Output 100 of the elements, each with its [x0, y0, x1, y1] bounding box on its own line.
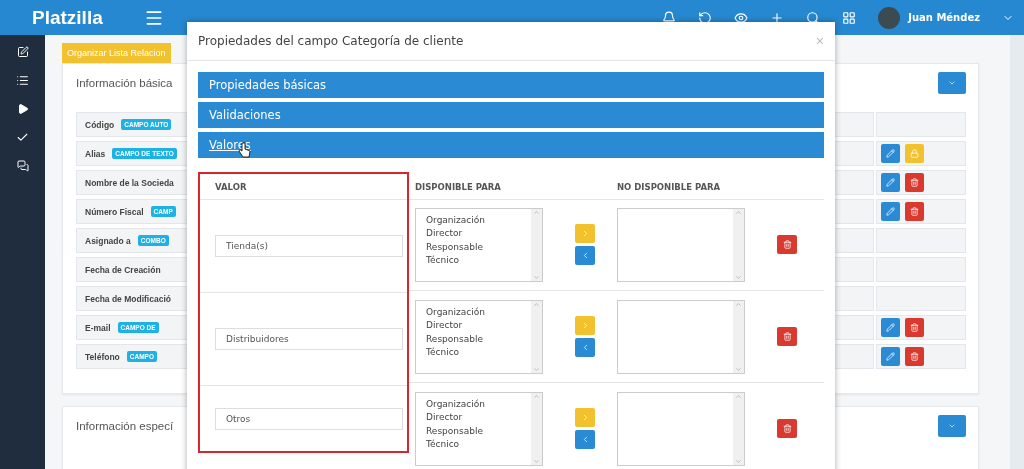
undo-icon[interactable] — [698, 10, 713, 25]
list-option[interactable]: Técnico — [426, 346, 531, 360]
check-icon[interactable] — [16, 131, 29, 144]
trash-icon — [782, 332, 792, 341]
list-option[interactable]: Técnico — [426, 254, 531, 268]
lock-button[interactable] — [905, 144, 924, 163]
caret-icon — [948, 422, 956, 430]
delete-button[interactable] — [777, 235, 797, 254]
edit-button[interactable] — [881, 202, 900, 221]
edit-icon[interactable] — [16, 46, 29, 58]
eye-icon[interactable] — [734, 10, 749, 25]
value-field[interactable]: Otros — [215, 407, 403, 430]
field-label: Asignado a — [85, 235, 131, 246]
scroll-down-icon[interactable] — [735, 457, 742, 465]
delete-button[interactable] — [905, 318, 924, 337]
trash-icon — [910, 323, 919, 332]
pencil-icon — [886, 323, 895, 332]
scroll-down-icon[interactable] — [735, 273, 742, 281]
value-field[interactable]: Distribuidores — [215, 328, 403, 350]
value-field[interactable]: Tienda(s) — [215, 235, 403, 257]
play-icon[interactable] — [16, 103, 29, 115]
delete-button[interactable] — [777, 419, 797, 438]
field-label: Número Fiscal — [85, 206, 144, 217]
scroll-down-icon[interactable] — [533, 365, 540, 373]
scroll-down-icon[interactable] — [533, 273, 540, 281]
dropdown-button[interactable] — [938, 72, 966, 94]
scroll-down-icon[interactable] — [533, 457, 540, 465]
unavailable-listbox[interactable] — [617, 299, 745, 374]
scroll-down-icon[interactable] — [735, 365, 742, 373]
list-option[interactable]: Responsable — [426, 332, 531, 346]
accordion-header[interactable]: Validaciones — [198, 102, 824, 128]
list-option[interactable]: Director — [426, 319, 531, 333]
available-listbox[interactable]: Organización Director Responsable Técnico — [415, 299, 543, 374]
unavailable-listbox[interactable] — [617, 391, 745, 466]
delete-button[interactable] — [905, 173, 924, 192]
pencil-icon — [886, 149, 895, 158]
trash-icon — [782, 240, 792, 249]
grid-icon[interactable] — [842, 10, 857, 25]
move-left-button[interactable] — [575, 430, 595, 449]
accordion-header[interactable]: Propiedades básicas — [198, 72, 824, 98]
move-right-button[interactable] — [575, 408, 595, 427]
scroll-up-icon[interactable] — [533, 392, 540, 400]
scrollbar[interactable] — [531, 208, 542, 281]
field-label: Teléfono — [85, 351, 120, 362]
move-left-button[interactable] — [575, 246, 595, 265]
logo: Platzilla — [31, 6, 104, 29]
pencil-icon — [886, 178, 895, 187]
avatar[interactable] — [878, 6, 901, 29]
user-name[interactable]: Juan Méndez — [908, 12, 980, 23]
edit-button[interactable] — [881, 347, 900, 366]
search-icon[interactable] — [806, 10, 821, 25]
scroll-up-icon[interactable] — [533, 300, 540, 308]
list-option[interactable]: Organización — [426, 397, 531, 411]
field-label: Fecha de Modificació — [85, 293, 171, 304]
list-option[interactable]: Organización — [426, 305, 531, 319]
dropdown-button[interactable] — [938, 415, 966, 437]
scroll-up-icon[interactable] — [533, 208, 540, 216]
column-header: NO DISPONIBLE PARA — [617, 181, 721, 192]
list-option[interactable]: Organización — [426, 213, 531, 227]
list-icon[interactable] — [16, 74, 29, 87]
scrollbar[interactable] — [531, 392, 542, 465]
scroll-up-icon[interactable] — [735, 208, 742, 216]
delete-button[interactable] — [905, 202, 924, 221]
delete-button[interactable] — [905, 347, 924, 366]
scroll-up-icon[interactable] — [735, 300, 742, 308]
bell-icon[interactable] — [662, 10, 677, 25]
list-option[interactable]: Técnico — [426, 438, 531, 452]
list-option[interactable]: Responsable — [426, 424, 531, 438]
caret-icon — [948, 79, 956, 87]
move-right-button[interactable] — [575, 224, 595, 243]
list-option[interactable]: Director — [426, 411, 531, 425]
move-left-button[interactable] — [575, 338, 595, 357]
scrollbar[interactable] — [733, 300, 744, 373]
edit-button[interactable] — [881, 144, 900, 163]
move-right-button[interactable] — [575, 316, 595, 335]
plus-icon[interactable] — [770, 10, 785, 25]
scroll-up-icon[interactable] — [735, 392, 742, 400]
list-option[interactable]: Director — [426, 227, 531, 241]
edit-button[interactable] — [881, 318, 900, 337]
scrollbar[interactable] — [531, 300, 542, 373]
modal-title: Propiedades del campo Categoría de cliente — [198, 34, 464, 48]
card-title: Información básica — [76, 77, 173, 89]
card-title: Información especí — [76, 420, 174, 432]
unavailable-listbox[interactable] — [617, 207, 745, 282]
scrollbar[interactable] — [733, 208, 744, 281]
trash-icon — [910, 352, 919, 361]
pencil-icon — [886, 207, 895, 216]
chat-icon[interactable] — [16, 160, 29, 172]
edit-button[interactable] — [881, 173, 900, 192]
field-label: Nombre de la Socieda — [85, 177, 174, 188]
column-header: DISPONIBLE PARA — [415, 181, 501, 192]
list-option[interactable]: Responsable — [426, 240, 531, 254]
delete-button[interactable] — [777, 327, 797, 346]
available-listbox[interactable]: Organización Director Responsable Técnico — [415, 207, 543, 282]
trash-icon — [910, 207, 919, 216]
field-label: E-mail — [85, 322, 111, 333]
scrollbar[interactable] — [733, 392, 744, 465]
field-label: Alias — [85, 148, 106, 159]
lock-icon — [910, 149, 919, 158]
available-listbox[interactable]: Organización Director Responsable Técnico — [415, 391, 543, 466]
